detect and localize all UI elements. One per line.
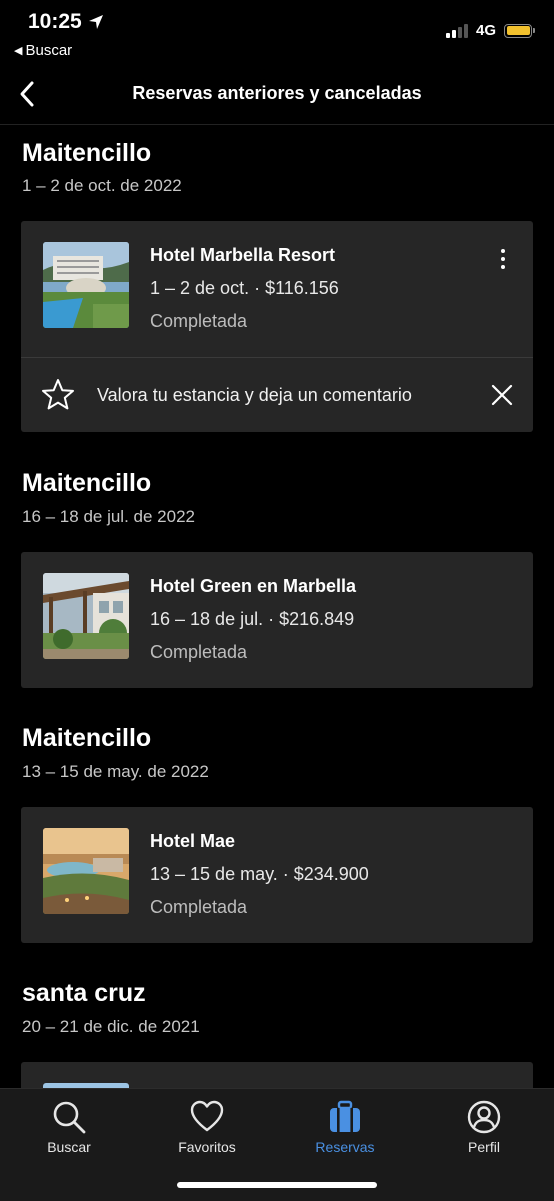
- booking-card[interactable]: [21, 1062, 533, 1088]
- tab-label: Reservas: [315, 1139, 375, 1155]
- home-indicator: [177, 1182, 377, 1188]
- booking-location: santa cruz: [22, 979, 146, 1007]
- hotel-name: Hotel Marbella Resort: [150, 245, 336, 265]
- hotel-name: Hotel Mae: [150, 831, 236, 851]
- status-time-group: 10:25: [28, 10, 104, 34]
- hotel-name: Hotel Green en Marbella: [150, 576, 357, 596]
- page-title: Reservas anteriores y canceladas: [132, 83, 422, 103]
- tab-reservas[interactable]: Reservas: [295, 1099, 395, 1155]
- booking-status: Completada: [150, 897, 248, 917]
- location-arrow-icon: [88, 15, 103, 29]
- profile-icon: [467, 1100, 501, 1134]
- tab-label: Buscar: [47, 1139, 91, 1155]
- network-label: 4G: [475, 22, 496, 39]
- booking-card[interactable]: Hotel Green en Marbella 16 – 18 de jul. …: [21, 552, 533, 688]
- signal-icon: [445, 23, 468, 38]
- booking-dates: 1 – 2 de oct. de 2022: [22, 176, 182, 195]
- tab-favoritos[interactable]: Favoritos: [157, 1099, 257, 1155]
- booking-dates: 16 – 18 de jul. de 2022: [22, 507, 195, 526]
- hotel-photo: [43, 242, 129, 328]
- booking-dates: 20 – 21 de dic. de 2021: [22, 1017, 200, 1036]
- close-icon[interactable]: [491, 384, 513, 406]
- navigation-bar: Reservas anteriores y canceladas: [0, 66, 554, 125]
- back-to-app-link[interactable]: ◀ Buscar: [14, 42, 72, 59]
- booking-location: Maitencillo: [22, 469, 152, 497]
- hotel-dates-price: 1 – 2 de oct. · $116.156: [150, 278, 339, 298]
- booking-location: Maitencillo: [22, 139, 152, 167]
- booking-status: Completada: [150, 311, 248, 331]
- hotel-dates-price: 16 – 18 de jul. · $216.849: [150, 609, 355, 629]
- status-bar: 10:25 ◀ Buscar 4G: [0, 0, 554, 64]
- status-indicators: 4G: [445, 22, 535, 39]
- star-icon: [42, 379, 74, 410]
- tab-perfil[interactable]: Perfil: [434, 1099, 534, 1155]
- heart-icon: [190, 1100, 224, 1132]
- back-app-label: Buscar: [25, 42, 73, 59]
- tab-label: Perfil: [468, 1139, 500, 1155]
- bookings-list[interactable]: Maitencillo 1 – 2 de oct. de 2022 Hotel …: [0, 125, 554, 1088]
- back-triangle-icon: ◀: [14, 45, 23, 57]
- more-options-icon[interactable]: [493, 247, 513, 271]
- booking-card[interactable]: Hotel Mae 13 – 15 de may. · $234.900 Com…: [21, 807, 533, 943]
- booking-card[interactable]: Hotel Marbella Resort 1 – 2 de oct. · $1…: [21, 221, 533, 432]
- search-icon: [53, 1101, 86, 1134]
- tab-buscar[interactable]: Buscar: [19, 1099, 119, 1155]
- booking-status: Completada: [150, 642, 248, 662]
- battery-icon: [504, 23, 535, 38]
- status-time: 10:25: [28, 10, 82, 33]
- booking-location: Maitencillo: [22, 724, 152, 752]
- hotel-photo: [43, 573, 129, 659]
- tab-label: Favoritos: [178, 1139, 236, 1155]
- review-prompt-label: Valora tu estancia y deja un comentario: [97, 385, 412, 405]
- suitcase-icon: [330, 1100, 360, 1132]
- review-prompt[interactable]: Valora tu estancia y deja un comentario: [21, 358, 533, 432]
- booking-dates: 13 – 15 de may. de 2022: [22, 762, 209, 781]
- hotel-photo: [43, 828, 129, 914]
- hotel-dates-price: 13 – 15 de may. · $234.900: [150, 864, 369, 884]
